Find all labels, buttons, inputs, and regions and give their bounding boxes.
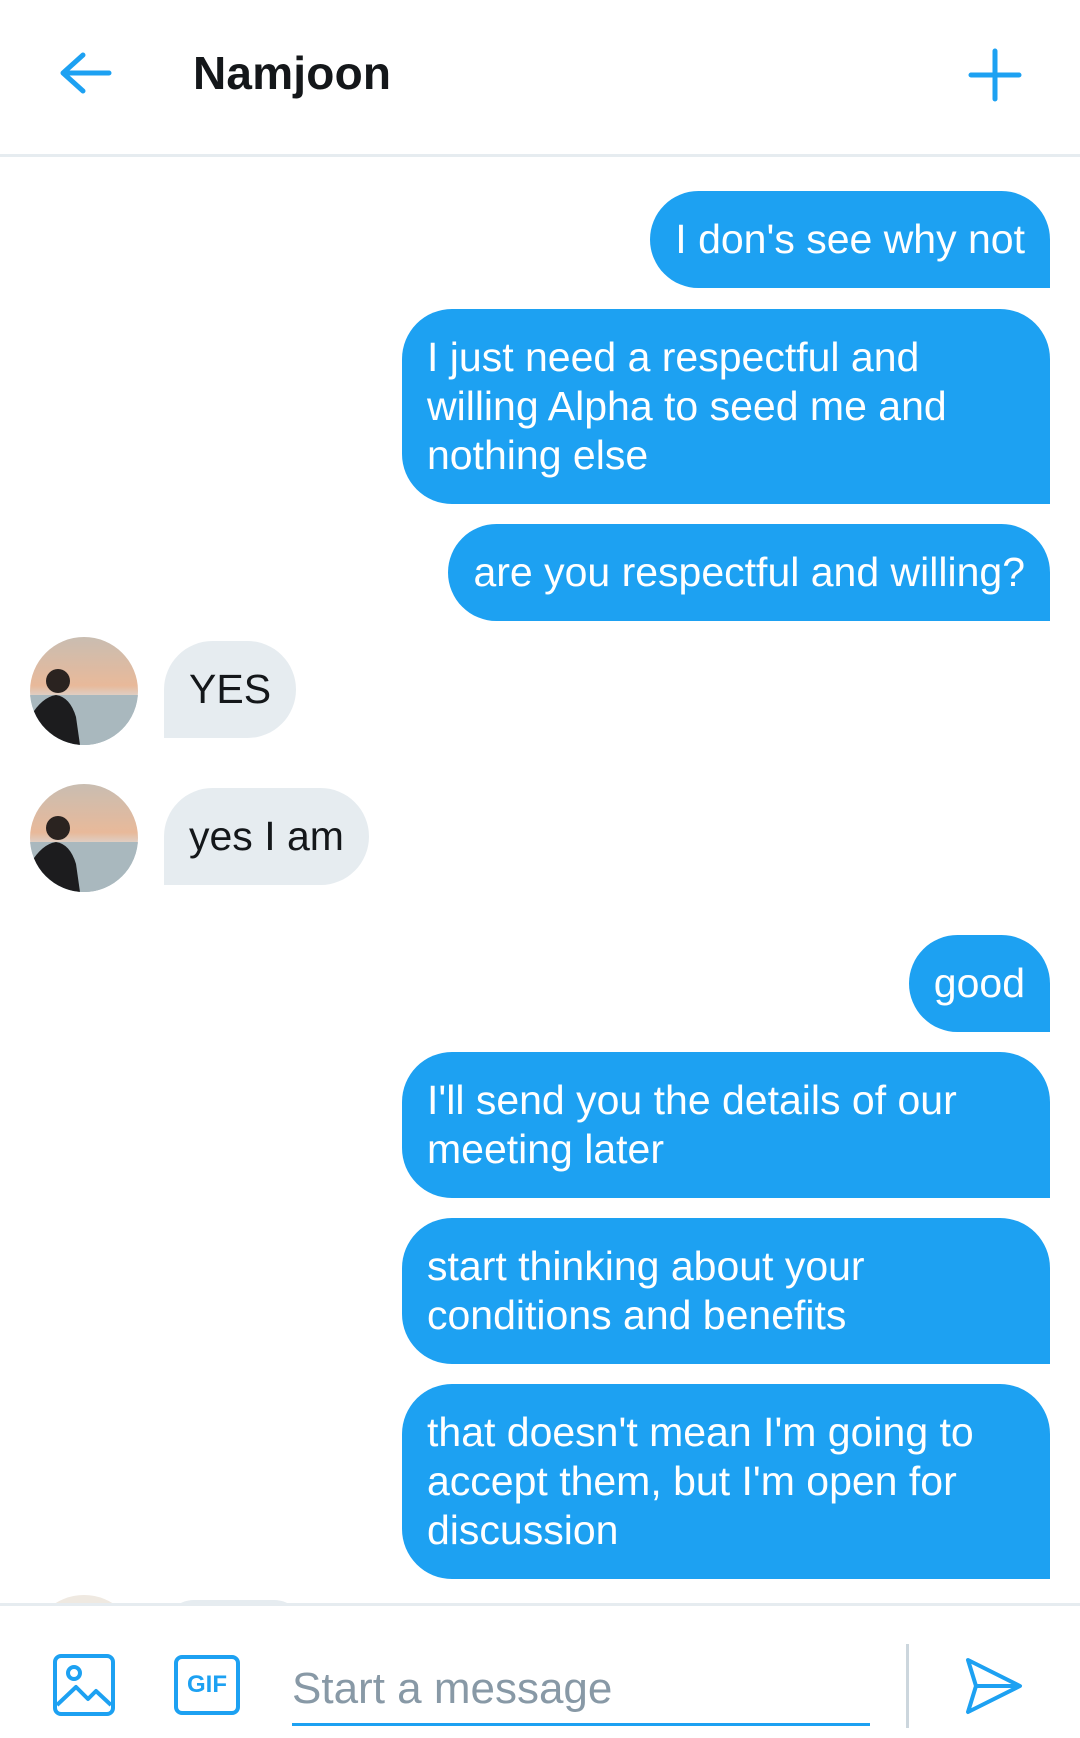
avatar[interactable]	[30, 1595, 138, 1603]
add-button[interactable]	[960, 40, 1030, 110]
message-list: I don's see why not I just need a respec…	[0, 160, 1080, 1603]
message-composer: GIF	[0, 1603, 1080, 1738]
avatar[interactable]	[30, 637, 138, 745]
image-icon	[53, 1654, 115, 1716]
outgoing-message[interactable]: start thinking about your conditions and…	[402, 1218, 1050, 1364]
incoming-message[interactable]: YES	[164, 641, 297, 738]
plus-icon	[968, 48, 1022, 102]
image-button[interactable]	[52, 1653, 116, 1717]
avatar[interactable]	[30, 784, 138, 892]
outgoing-message[interactable]: I'll send you the details of our meeting…	[402, 1052, 1050, 1198]
send-icon	[966, 1658, 1022, 1714]
arrow-left-icon	[60, 52, 112, 94]
gif-button[interactable]: GIF	[174, 1655, 240, 1715]
avatar-photo	[30, 637, 138, 745]
conversation-header: Namjoon	[0, 0, 1080, 157]
outgoing-message[interactable]: I don's see why not	[650, 191, 1050, 288]
send-button[interactable]	[962, 1654, 1026, 1718]
outgoing-message[interactable]: good	[908, 935, 1050, 1032]
outgoing-message[interactable]: that doesn't mean I'm going to accept th…	[402, 1384, 1050, 1579]
outgoing-message[interactable]: are you respectful and willing?	[448, 524, 1050, 621]
conversation-title: Namjoon	[193, 47, 392, 99]
outgoing-message[interactable]: I just need a respectful and willing Alp…	[402, 309, 1050, 504]
back-button[interactable]	[52, 40, 118, 106]
incoming-message[interactable]: yes I am	[164, 788, 369, 885]
message-input[interactable]	[292, 1654, 870, 1726]
avatar-photo	[30, 784, 138, 892]
composer-divider	[906, 1644, 909, 1728]
